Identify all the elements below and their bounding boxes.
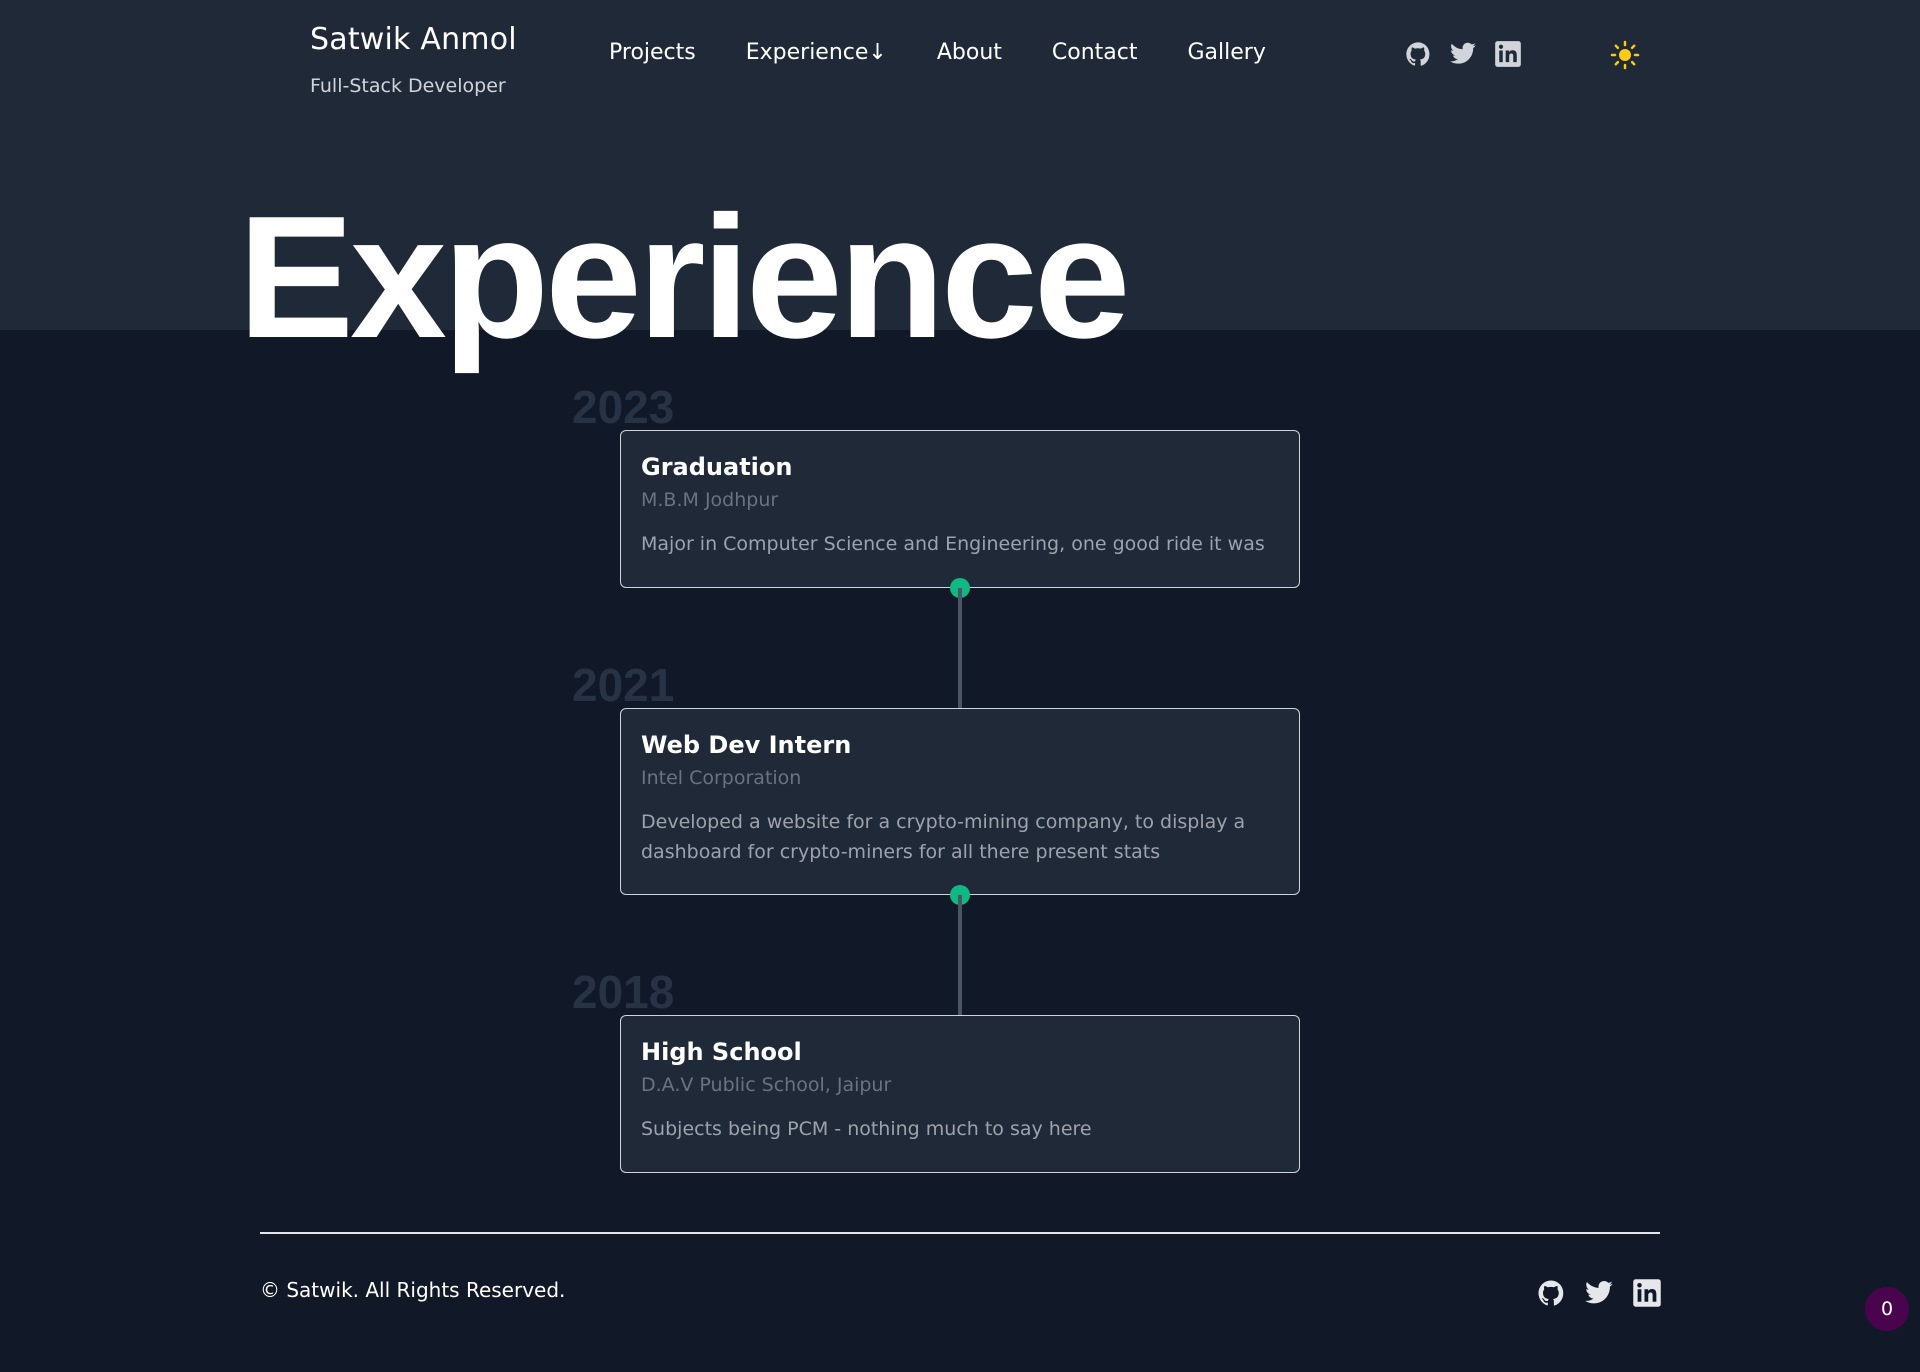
card-organization: D.A.V Public School, Jaipur	[641, 1074, 892, 1096]
card-title: Web Dev Intern	[641, 731, 852, 759]
brand-name[interactable]: Satwik Anmol	[310, 22, 517, 57]
footer-copyright: © Satwik. All Rights Reserved.	[260, 1278, 566, 1302]
page-title: Experience	[238, 179, 1131, 374]
timeline-year: 2021	[572, 659, 675, 711]
timeline-card: Graduation M.B.M Jodhpur Major in Comput…	[620, 430, 1300, 588]
nav-about[interactable]: About	[937, 40, 1002, 65]
main-nav: Projects Experience↓ About Contact Galle…	[609, 40, 1266, 65]
linkedin-icon[interactable]	[1632, 1278, 1662, 1308]
nav-contact[interactable]: Contact	[1052, 40, 1138, 65]
card-title: High School	[641, 1038, 802, 1066]
timeline-connector	[958, 588, 962, 708]
linkedin-icon[interactable]	[1494, 40, 1522, 68]
nav-projects[interactable]: Projects	[609, 40, 696, 65]
theme-toggle-button[interactable]	[1610, 40, 1640, 70]
timeline-card: Web Dev Intern Intel Corporation Develop…	[620, 708, 1300, 895]
timeline-connector	[958, 895, 962, 1015]
brand-role: Full-Stack Developer	[310, 75, 506, 97]
nav-gallery[interactable]: Gallery	[1188, 40, 1266, 65]
github-icon[interactable]	[1536, 1278, 1566, 1308]
nav-experience[interactable]: Experience↓	[746, 40, 887, 65]
card-organization: Intel Corporation	[641, 767, 802, 789]
card-description: Subjects being PCM - nothing much to say…	[641, 1118, 1092, 1140]
card-description: Developed a website for a crypto-mining …	[641, 811, 1246, 863]
card-title: Graduation	[641, 453, 793, 481]
card-description: Major in Computer Science and Engineerin…	[641, 533, 1265, 555]
timeline-year: 2018	[572, 966, 675, 1018]
page: Satwik Anmol Full-Stack Developer Projec…	[0, 0, 1920, 1372]
brand[interactable]: Satwik Anmol Full-Stack Developer	[310, 22, 517, 97]
twitter-icon[interactable]	[1584, 1278, 1614, 1308]
header-social-links	[1404, 40, 1522, 68]
footer-social-links	[1536, 1278, 1662, 1308]
github-icon[interactable]	[1404, 40, 1432, 68]
timeline-card: High School D.A.V Public School, Jaipur …	[620, 1015, 1300, 1173]
counter-badge[interactable]: 0	[1865, 1287, 1909, 1331]
twitter-icon[interactable]	[1449, 40, 1477, 68]
timeline-year: 2023	[572, 381, 675, 433]
footer-divider	[260, 1232, 1660, 1234]
card-organization: M.B.M Jodhpur	[641, 489, 779, 511]
sun-icon	[1610, 40, 1640, 70]
